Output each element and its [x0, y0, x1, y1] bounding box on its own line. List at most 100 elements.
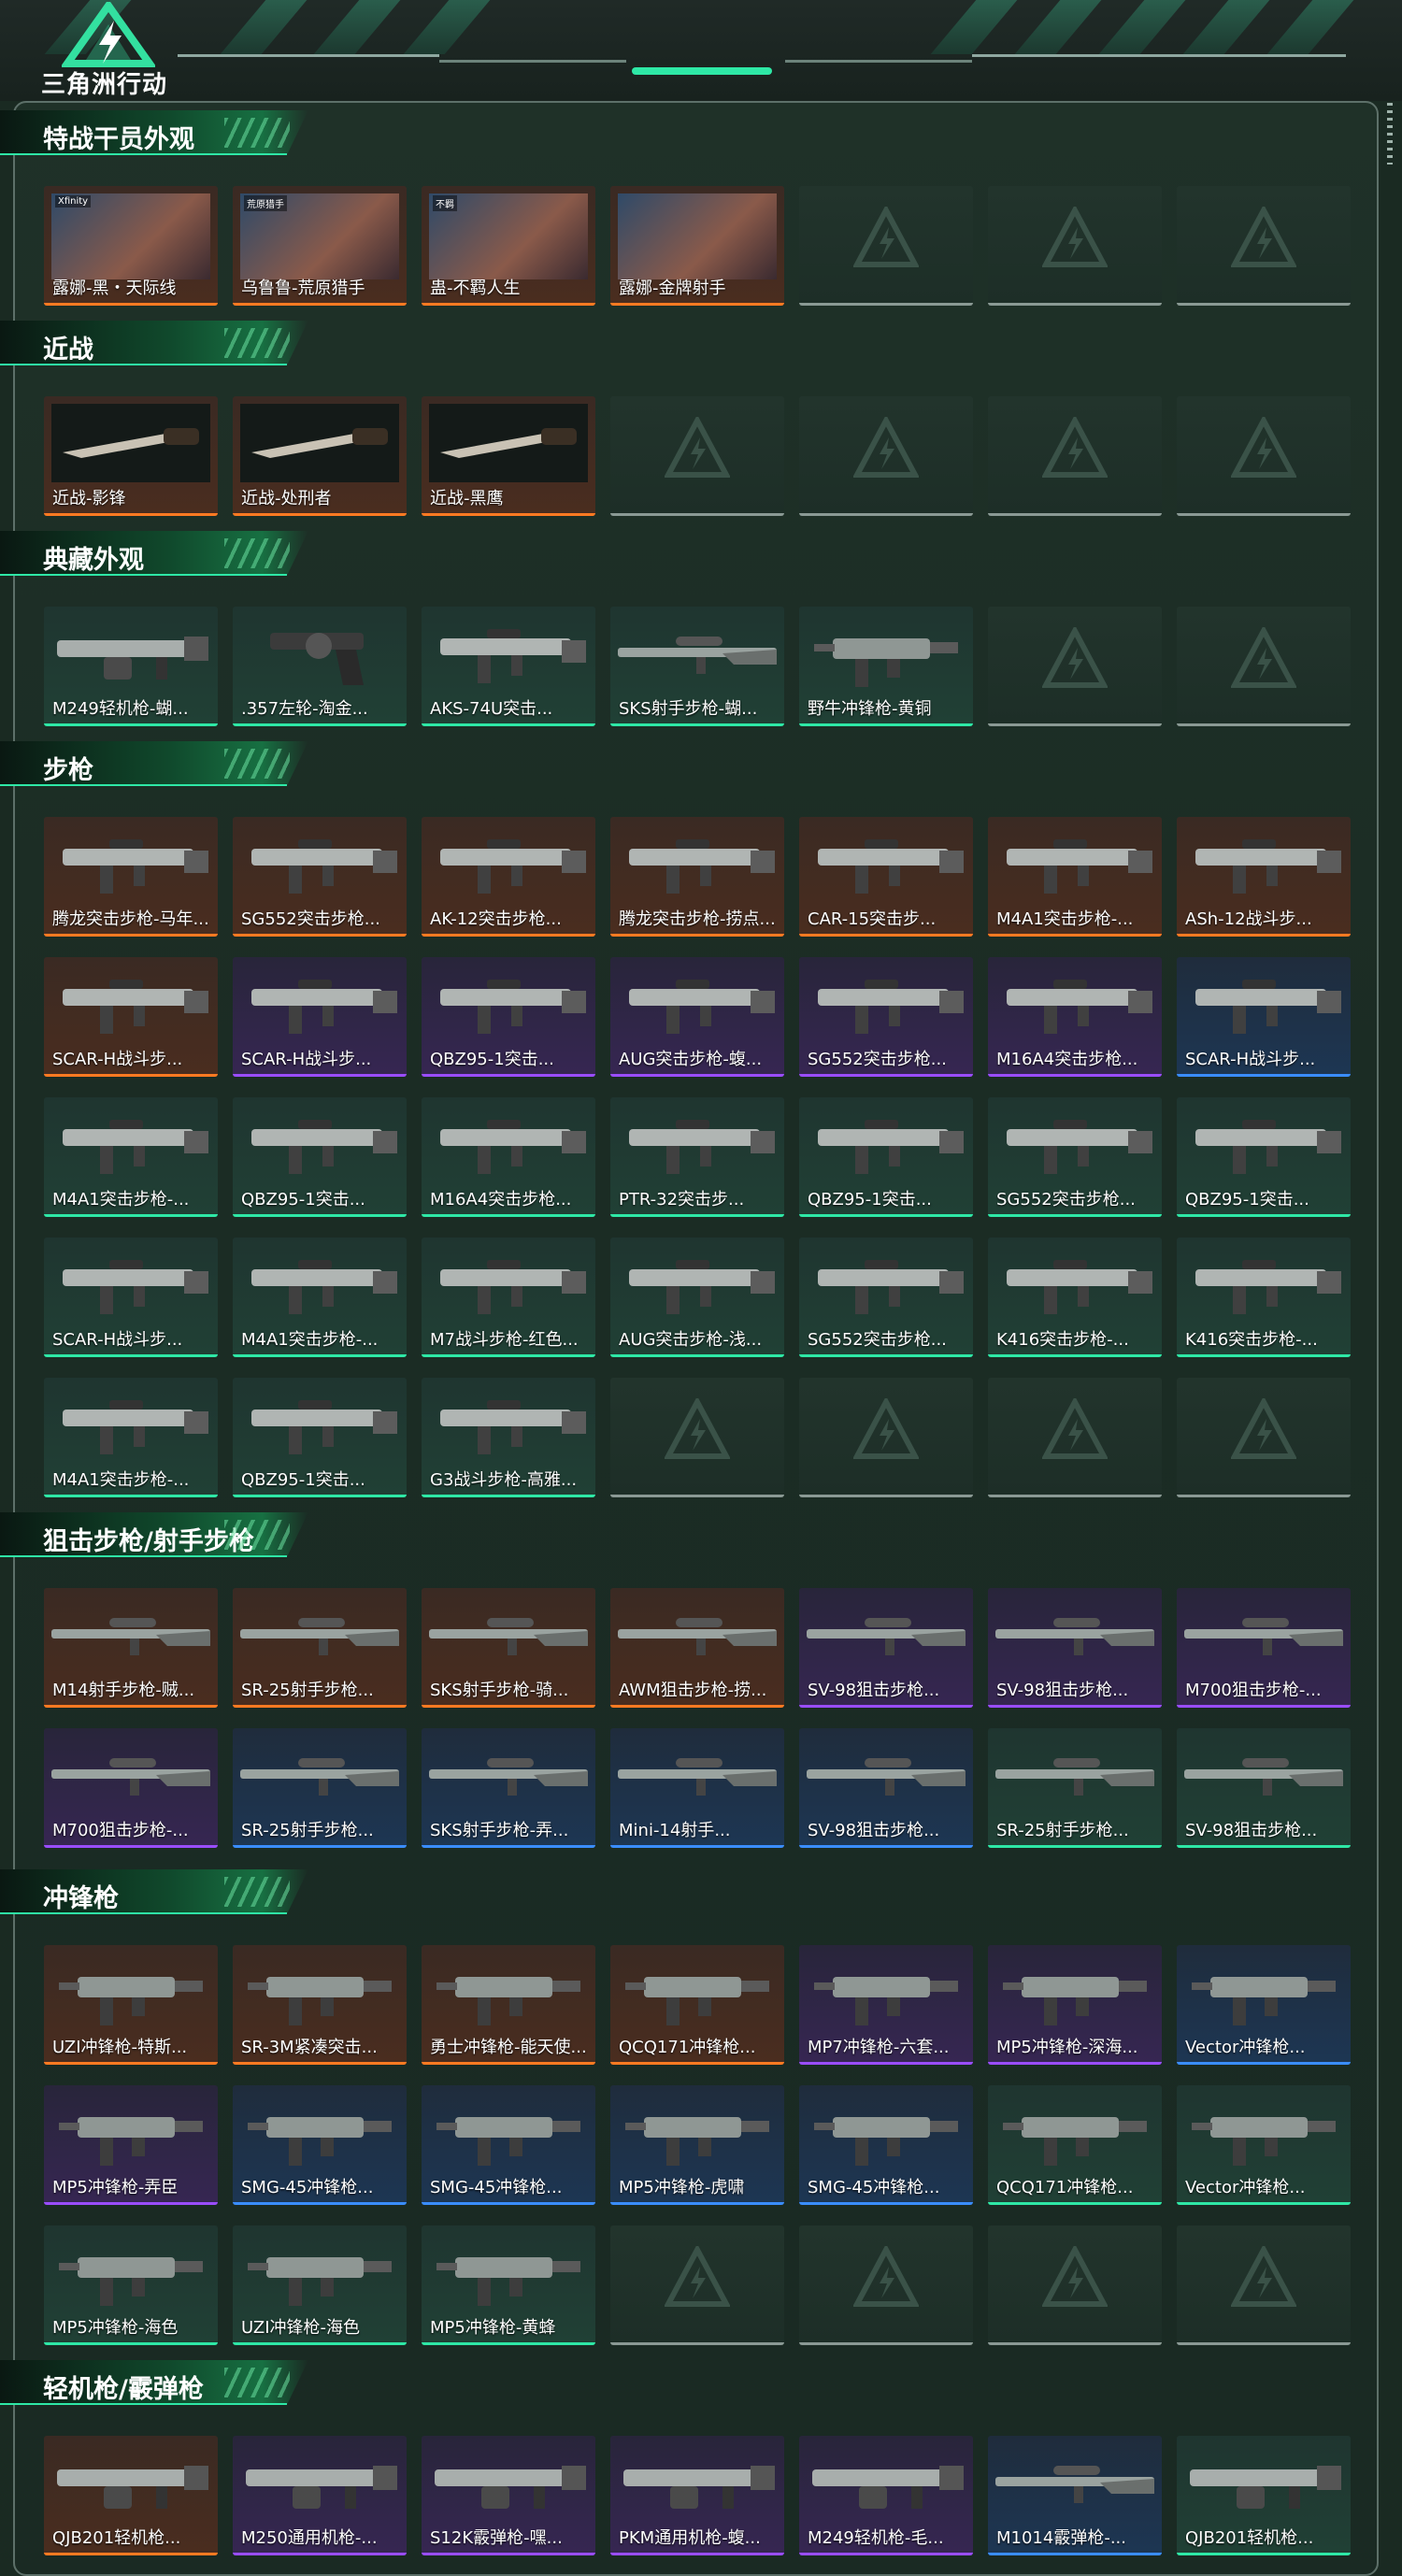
smg-weapon-icon [799, 1945, 973, 2035]
skin-name: M4A1突击步枪-... [52, 1470, 190, 1490]
skin-card[interactable]: K416突击步枪-... [1177, 1238, 1351, 1357]
skin-card[interactable]: MP5冲锋枪-黄蜂 [422, 2225, 595, 2345]
skin-card[interactable]: 腾龙突击步枪-马年... [44, 817, 218, 937]
skin-card[interactable]: M7战斗步枪-红色... [422, 1238, 595, 1357]
skin-card[interactable]: .357左轮-淘金... [233, 607, 407, 726]
skin-name: Vector冲锋枪... [1185, 2038, 1306, 2057]
skin-card[interactable]: AUG突击步枪-蝮... [610, 957, 784, 1077]
skin-card[interactable]: M4A1突击步枪-... [44, 1097, 218, 1217]
skin-card[interactable]: SKS射手步枪-蝴... [610, 607, 784, 726]
skin-name: M4A1突击步枪-... [52, 1190, 190, 1209]
skin-card[interactable]: SCAR-H战斗步... [233, 957, 407, 1077]
skin-card[interactable]: MP5冲锋枪-虎啸 [610, 2085, 784, 2205]
skin-card[interactable]: 不羁 蛊-不羁人生 [422, 186, 595, 306]
skin-name: S12K霰弹枪-嘿... [430, 2528, 563, 2548]
skin-card[interactable]: UZI冲锋枪-特斯... [44, 1945, 218, 2065]
skin-card[interactable]: M249轻机枪-蝴... [44, 607, 218, 726]
skin-card[interactable]: 野牛冲锋枪-黄铜 [799, 607, 973, 726]
sniper-weapon-icon [44, 1728, 218, 1818]
skin-card[interactable]: SG552突击步枪... [233, 817, 407, 937]
skin-name: 腾龙突击步枪-马年... [52, 909, 209, 929]
skin-card[interactable]: SR-25射手步枪... [233, 1588, 407, 1708]
skin-card[interactable]: QJB201轻机枪... [1177, 2436, 1351, 2555]
smg-weapon-icon [44, 1945, 218, 2035]
skin-card[interactable]: K416突击步枪-... [988, 1238, 1162, 1357]
skin-card[interactable]: PKM通用机枪-蝮... [610, 2436, 784, 2555]
skin-card[interactable]: SV-98狙击步枪... [799, 1728, 973, 1848]
skin-card[interactable]: QBZ95-1突击... [233, 1097, 407, 1217]
skin-card[interactable]: PTR-32突击步... [610, 1097, 784, 1217]
skin-card[interactable]: QBZ95-1突击... [799, 1097, 973, 1217]
skin-card[interactable]: MP5冲锋枪-深海... [988, 1945, 1162, 2065]
skin-card[interactable]: SMG-45冲锋枪... [799, 2085, 973, 2205]
skin-card[interactable]: 腾龙突击步枪-捞点... [610, 817, 784, 937]
skin-card[interactable]: SG552突击步枪... [799, 957, 973, 1077]
scrollbar[interactable] [1387, 103, 1393, 165]
skin-card[interactable]: AKS-74U突击... [422, 607, 595, 726]
skin-card[interactable]: MP7冲锋枪-六套... [799, 1945, 973, 2065]
skin-card[interactable]: SR-25射手步枪... [988, 1728, 1162, 1848]
skin-card[interactable]: SMG-45冲锋枪... [233, 2085, 407, 2205]
skin-card[interactable]: SCAR-H战斗步... [1177, 957, 1351, 1077]
sniper-weapon-icon [1177, 1728, 1351, 1818]
skin-card[interactable]: M4A1突击步枪-... [233, 1238, 407, 1357]
skin-card[interactable]: M1014霰弹枪-... [988, 2436, 1162, 2555]
sniper-weapon-icon [233, 1588, 407, 1678]
skin-card[interactable]: M16A4突击步枪... [988, 957, 1162, 1077]
skin-card[interactable]: SV-98狙击步枪... [988, 1588, 1162, 1708]
skin-name: Vector冲锋枪... [1185, 2178, 1306, 2197]
skin-card[interactable]: Mini-14射手... [610, 1728, 784, 1848]
skin-card[interactable]: UZI冲锋枪-海色 [233, 2225, 407, 2345]
skin-card[interactable]: SG552突击步枪... [799, 1238, 973, 1357]
skin-card[interactable]: QBZ95-1突击... [233, 1378, 407, 1497]
skin-card[interactable]: SV-98狙击步枪... [1177, 1728, 1351, 1848]
skin-card[interactable]: Vector冲锋枪... [1177, 2085, 1351, 2205]
skin-card[interactable]: MP5冲锋枪-弄臣 [44, 2085, 218, 2205]
skin-card[interactable]: SCAR-H战斗步... [44, 957, 218, 1077]
skin-card[interactable]: QBZ95-1突击... [1177, 1097, 1351, 1217]
skin-card[interactable]: QCQ171冲锋枪... [988, 2085, 1162, 2205]
empty-slot [1177, 1378, 1351, 1497]
skin-card[interactable]: 近战-影锋 [44, 396, 218, 516]
skin-card[interactable]: M250通用机枪-... [233, 2436, 407, 2555]
skin-card[interactable]: AWM狙击步枪-捞... [610, 1588, 784, 1708]
skin-card[interactable]: Xfinity 露娜-黑・天际线 [44, 186, 218, 306]
skin-card[interactable]: SKS射手步枪-弄... [422, 1728, 595, 1848]
skin-card[interactable]: 近战-处刑者 [233, 396, 407, 516]
skin-card[interactable]: G3战斗步枪-高雅... [422, 1378, 595, 1497]
skin-card[interactable]: M249轻机枪-毛... [799, 2436, 973, 2555]
skin-card[interactable]: Vector冲锋枪... [1177, 1945, 1351, 2065]
skin-card[interactable]: ASh-12战斗步... [1177, 817, 1351, 937]
skin-card[interactable]: CAR-15突击步... [799, 817, 973, 937]
skin-card[interactable]: SR-3M紧凑突击... [233, 1945, 407, 2065]
skin-card[interactable]: M700狙击步枪-... [44, 1728, 218, 1848]
skin-card[interactable]: M700狙击步枪-... [1177, 1588, 1351, 1708]
skin-name: SG552突击步枪... [808, 1330, 947, 1350]
skin-card[interactable]: 近战-黑鹰 [422, 396, 595, 516]
skin-card[interactable]: M4A1突击步枪-... [44, 1378, 218, 1497]
skin-card[interactable]: AUG突击步枪-浅... [610, 1238, 784, 1357]
skin-card[interactable]: QJB201轻机枪... [44, 2436, 218, 2555]
skin-card[interactable]: 勇士冲锋枪-能天使... [422, 1945, 595, 2065]
skin-card[interactable]: QCQ171冲锋枪... [610, 1945, 784, 2065]
skin-name: MP5冲锋枪-黄蜂 [430, 2318, 556, 2338]
skin-card[interactable]: SG552突击步枪... [988, 1097, 1162, 1217]
section-header: 狙击步枪/射手步枪 [0, 1512, 308, 1557]
skin-card[interactable]: M16A4突击步枪... [422, 1097, 595, 1217]
rifle-weapon-icon [610, 1238, 784, 1327]
skin-card[interactable]: M4A1突击步枪-... [988, 817, 1162, 937]
skin-card[interactable]: QBZ95-1突击... [422, 957, 595, 1077]
skin-card[interactable]: SKS射手步枪-骑... [422, 1588, 595, 1708]
skin-card[interactable]: MP5冲锋枪-海色 [44, 2225, 218, 2345]
section-header: 冲锋枪 [0, 1869, 308, 1914]
skin-card[interactable]: SR-25射手步枪... [233, 1728, 407, 1848]
skin-card[interactable]: SMG-45冲锋枪... [422, 2085, 595, 2205]
skin-card[interactable]: SCAR-H战斗步... [44, 1238, 218, 1357]
skin-card[interactable]: 露娜-金牌射手 [610, 186, 784, 306]
skin-card[interactable]: M14射手步枪-贼... [44, 1588, 218, 1708]
smg-weapon-icon [610, 2085, 784, 2175]
skin-card[interactable]: AK-12突击步枪... [422, 817, 595, 937]
skin-card[interactable]: 荒原猎手 乌鲁鲁-荒原猎手 [233, 186, 407, 306]
skin-card[interactable]: S12K霰弹枪-嘿... [422, 2436, 595, 2555]
skin-card[interactable]: SV-98狙击步枪... [799, 1588, 973, 1708]
